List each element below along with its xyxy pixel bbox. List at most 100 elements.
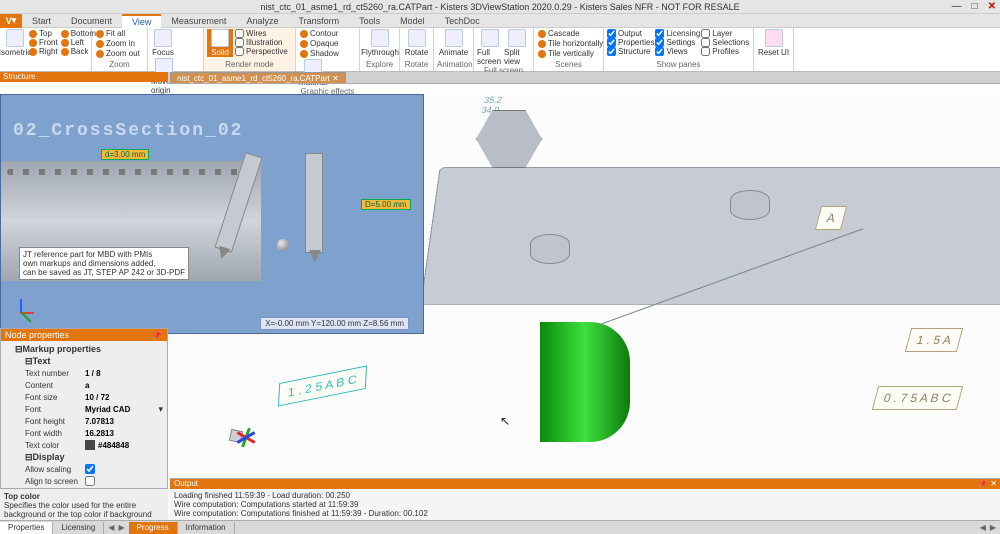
pane-output-toggle[interactable]: Output [607, 29, 654, 38]
bottom-tab-properties[interactable]: Properties [0, 522, 53, 534]
pane-layer-toggle[interactable]: Layer [701, 29, 749, 38]
app-menu-button[interactable]: V▾ [0, 14, 22, 28]
view-icon [61, 48, 69, 56]
pane-settings-toggle[interactable]: Settings [655, 38, 700, 47]
prop-group-display[interactable]: ⊟ Display [5, 451, 163, 463]
tile-v-button[interactable]: Tile vertically [537, 49, 595, 58]
prop-row[interactable]: Font height7.07813 [5, 415, 163, 427]
prop-row[interactable]: Font size10 / 72 [5, 391, 163, 403]
tab-measurement[interactable]: Measurement [161, 14, 236, 28]
structure-panel-label[interactable]: Structure [0, 72, 168, 82]
output-header[interactable]: Output📌 ✕ [170, 479, 1000, 489]
tab-model[interactable]: Model [390, 14, 435, 28]
zoom-out-button[interactable]: Zoom out [95, 49, 141, 58]
split-view-button[interactable]: Split view [504, 29, 530, 66]
tool-ball [277, 239, 289, 251]
opaque-button[interactable]: Opaque [299, 39, 339, 48]
prop-group-markup[interactable]: ⊟ Markup properties [5, 343, 163, 355]
output-line: Wire computation: Computations started a… [174, 500, 996, 509]
top-view-button[interactable]: Top [28, 29, 59, 38]
window-title: nist_ctc_01_asme1_rd_ct5260_ra.CATPart -… [260, 2, 739, 12]
group-explore-title: Explore [363, 60, 396, 70]
left-view-button[interactable]: Front [28, 38, 59, 47]
reset-ui-button[interactable]: Reset UI [757, 29, 790, 57]
group-scenes-title: Scenes [537, 60, 600, 70]
view-icon [29, 30, 37, 38]
isometric-button[interactable]: Isometric [3, 29, 27, 57]
bottom-tab-information[interactable]: Information [178, 522, 235, 534]
pin-icon[interactable]: 📌 [978, 479, 988, 488]
focus-button[interactable]: Focus [151, 29, 175, 57]
tab-transform[interactable]: Transform [288, 14, 349, 28]
part-cyl [730, 190, 770, 220]
zoom-icon [96, 30, 104, 38]
fit-all-button[interactable]: Fit all [95, 29, 126, 38]
prop-row[interactable]: Text number1 / 8 [5, 367, 163, 379]
animate-button[interactable]: Animate [437, 29, 470, 57]
cross-section-view[interactable]: 02_CrossSection_02 d=3.00 mm D=5.00 mm J… [0, 94, 424, 334]
bottom-tab-progress[interactable]: Progress [129, 522, 178, 534]
solid-mode-button[interactable]: Solid [207, 29, 233, 57]
tab-analyze[interactable]: Analyze [236, 14, 288, 28]
effect-icon [300, 40, 308, 48]
group-anim-title: Animation [437, 60, 470, 70]
pane-profiles-toggle[interactable]: Profiles [701, 47, 749, 56]
tab-start[interactable]: Start [22, 14, 61, 28]
tile-h-button[interactable]: Tile horizontally [537, 39, 604, 48]
orientation-axes[interactable] [212, 412, 260, 460]
prop-row[interactable]: Contenta [5, 379, 163, 391]
tile-icon [538, 50, 546, 58]
fullscreen-button[interactable]: Full screen [477, 29, 503, 66]
contour-button[interactable]: Contour [299, 29, 339, 38]
maximize-button[interactable]: □ [972, 1, 978, 12]
shadow-button[interactable]: Shadow [299, 49, 340, 58]
checkbox[interactable] [85, 476, 95, 486]
pane-properties-toggle[interactable]: Properties [607, 38, 654, 47]
rotate-button[interactable]: Rotate [403, 29, 430, 57]
close-icon[interactable]: ✕ [332, 74, 339, 83]
dimension-label: d=3.00 mm [101, 149, 149, 160]
flythrough-button[interactable]: Flythrough [363, 29, 397, 57]
prev-tab-button[interactable]: ◀ [108, 523, 114, 532]
pane-selections-toggle[interactable]: Selections [701, 38, 749, 47]
plane-icon [371, 29, 389, 47]
tab-view[interactable]: View [122, 14, 161, 28]
prev-tab-button[interactable]: ◀ [980, 523, 986, 532]
close-icon[interactable]: ✕ [990, 479, 997, 488]
fullscreen-icon [481, 29, 499, 47]
tab-tools[interactable]: Tools [349, 14, 390, 28]
checkbox-icon [235, 38, 244, 47]
perspective-mode-button[interactable]: Perspective [234, 47, 289, 56]
chevron-down-icon[interactable]: ▾ [158, 404, 163, 415]
pane-structure-toggle[interactable]: Structure [607, 47, 654, 56]
checkbox[interactable] [85, 464, 95, 474]
bottom-tab-licensing[interactable]: Licensing [53, 522, 104, 534]
zoom-icon [96, 50, 104, 58]
view-icon [29, 39, 37, 47]
prop-row-color[interactable]: Text color#484848 [5, 439, 163, 451]
close-button[interactable]: ✕ [988, 1, 996, 12]
tab-techdoc[interactable]: TechDoc [435, 14, 490, 28]
panel-header[interactable]: Node properties📌 [1, 329, 167, 341]
next-tab-button[interactable]: ▶ [118, 523, 124, 532]
doc-tab-1[interactable]: nist_ctc_01_asme1_rd_ct5260_ra.CATPart ✕ [170, 72, 346, 83]
checkbox-icon [235, 29, 244, 38]
wires-mode-button[interactable]: Wires [234, 29, 289, 38]
pane-licensing-toggle[interactable]: Licensing [655, 29, 700, 38]
output-line: Wire computation: Computations finished … [174, 509, 996, 518]
tab-document[interactable]: Document [61, 14, 122, 28]
zoom-in-button[interactable]: Zoom in [95, 39, 136, 48]
cascade-button[interactable]: Cascade [537, 29, 581, 38]
prop-row[interactable]: Font width16.2813 [5, 427, 163, 439]
prop-group-text[interactable]: ⊟ Text [5, 355, 163, 367]
front-view-button[interactable]: Right [28, 47, 59, 56]
next-tab-button[interactable]: ▶ [990, 523, 996, 532]
output-panel: Output📌 ✕ Loading finished 11:59:39 - Lo… [170, 478, 1000, 520]
prop-row-font[interactable]: FontMyriad CAD▾ [5, 403, 163, 415]
prop-row-check[interactable]: Allow scaling [5, 463, 163, 475]
pin-icon[interactable]: 📌 [152, 330, 163, 341]
illustration-mode-button[interactable]: Illustration [234, 38, 289, 47]
prop-row-check[interactable]: Align to screen [5, 475, 163, 487]
minimize-button[interactable]: — [952, 1, 962, 12]
pane-views-toggle[interactable]: Views [655, 47, 700, 56]
